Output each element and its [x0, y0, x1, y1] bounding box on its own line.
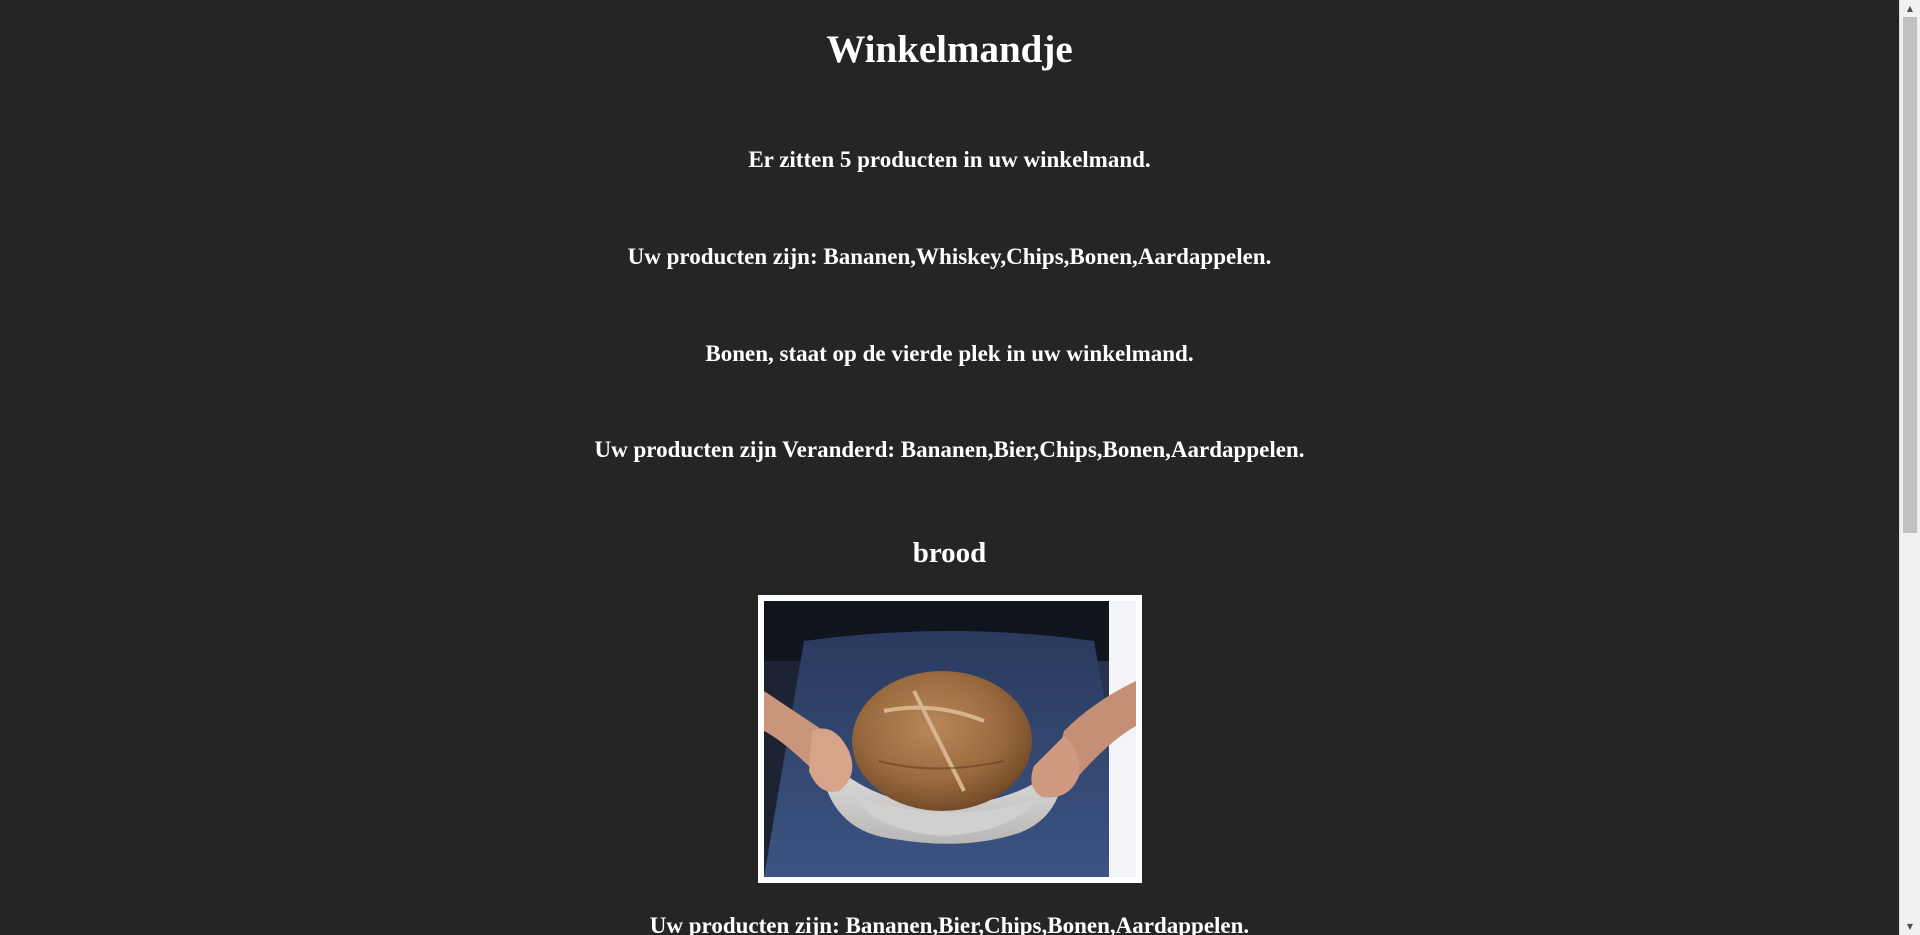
- scroll-up-icon[interactable]: ▲: [1900, 0, 1920, 17]
- vertical-scrollbar[interactable]: ▲ ▼: [1899, 0, 1920, 935]
- scrollbar-thumb[interactable]: [1903, 17, 1917, 533]
- cart-changed-text: Uw producten zijn Veranderd: Bananen,Bie…: [594, 437, 1305, 462]
- page-content: Winkelmandje Er zitten 5 producten in uw…: [0, 0, 1899, 935]
- cart-products-text: Uw producten zijn: Bananen,Whiskey,Chips…: [627, 244, 1272, 269]
- cart-count-text: Er zitten 5 producten in uw winkelmand.: [748, 147, 1151, 172]
- product-image-frame: [758, 595, 1142, 883]
- product-position-text: Bonen, staat op de vierde plek in uw win…: [705, 341, 1194, 366]
- bread-image: [764, 601, 1136, 877]
- page-title: Winkelmandje: [826, 28, 1073, 71]
- product-heading: brood: [912, 537, 987, 569]
- cart-final-text: Uw producten zijn: Bananen,Bier,Chips,Bo…: [649, 913, 1250, 935]
- scroll-down-icon[interactable]: ▼: [1900, 918, 1920, 935]
